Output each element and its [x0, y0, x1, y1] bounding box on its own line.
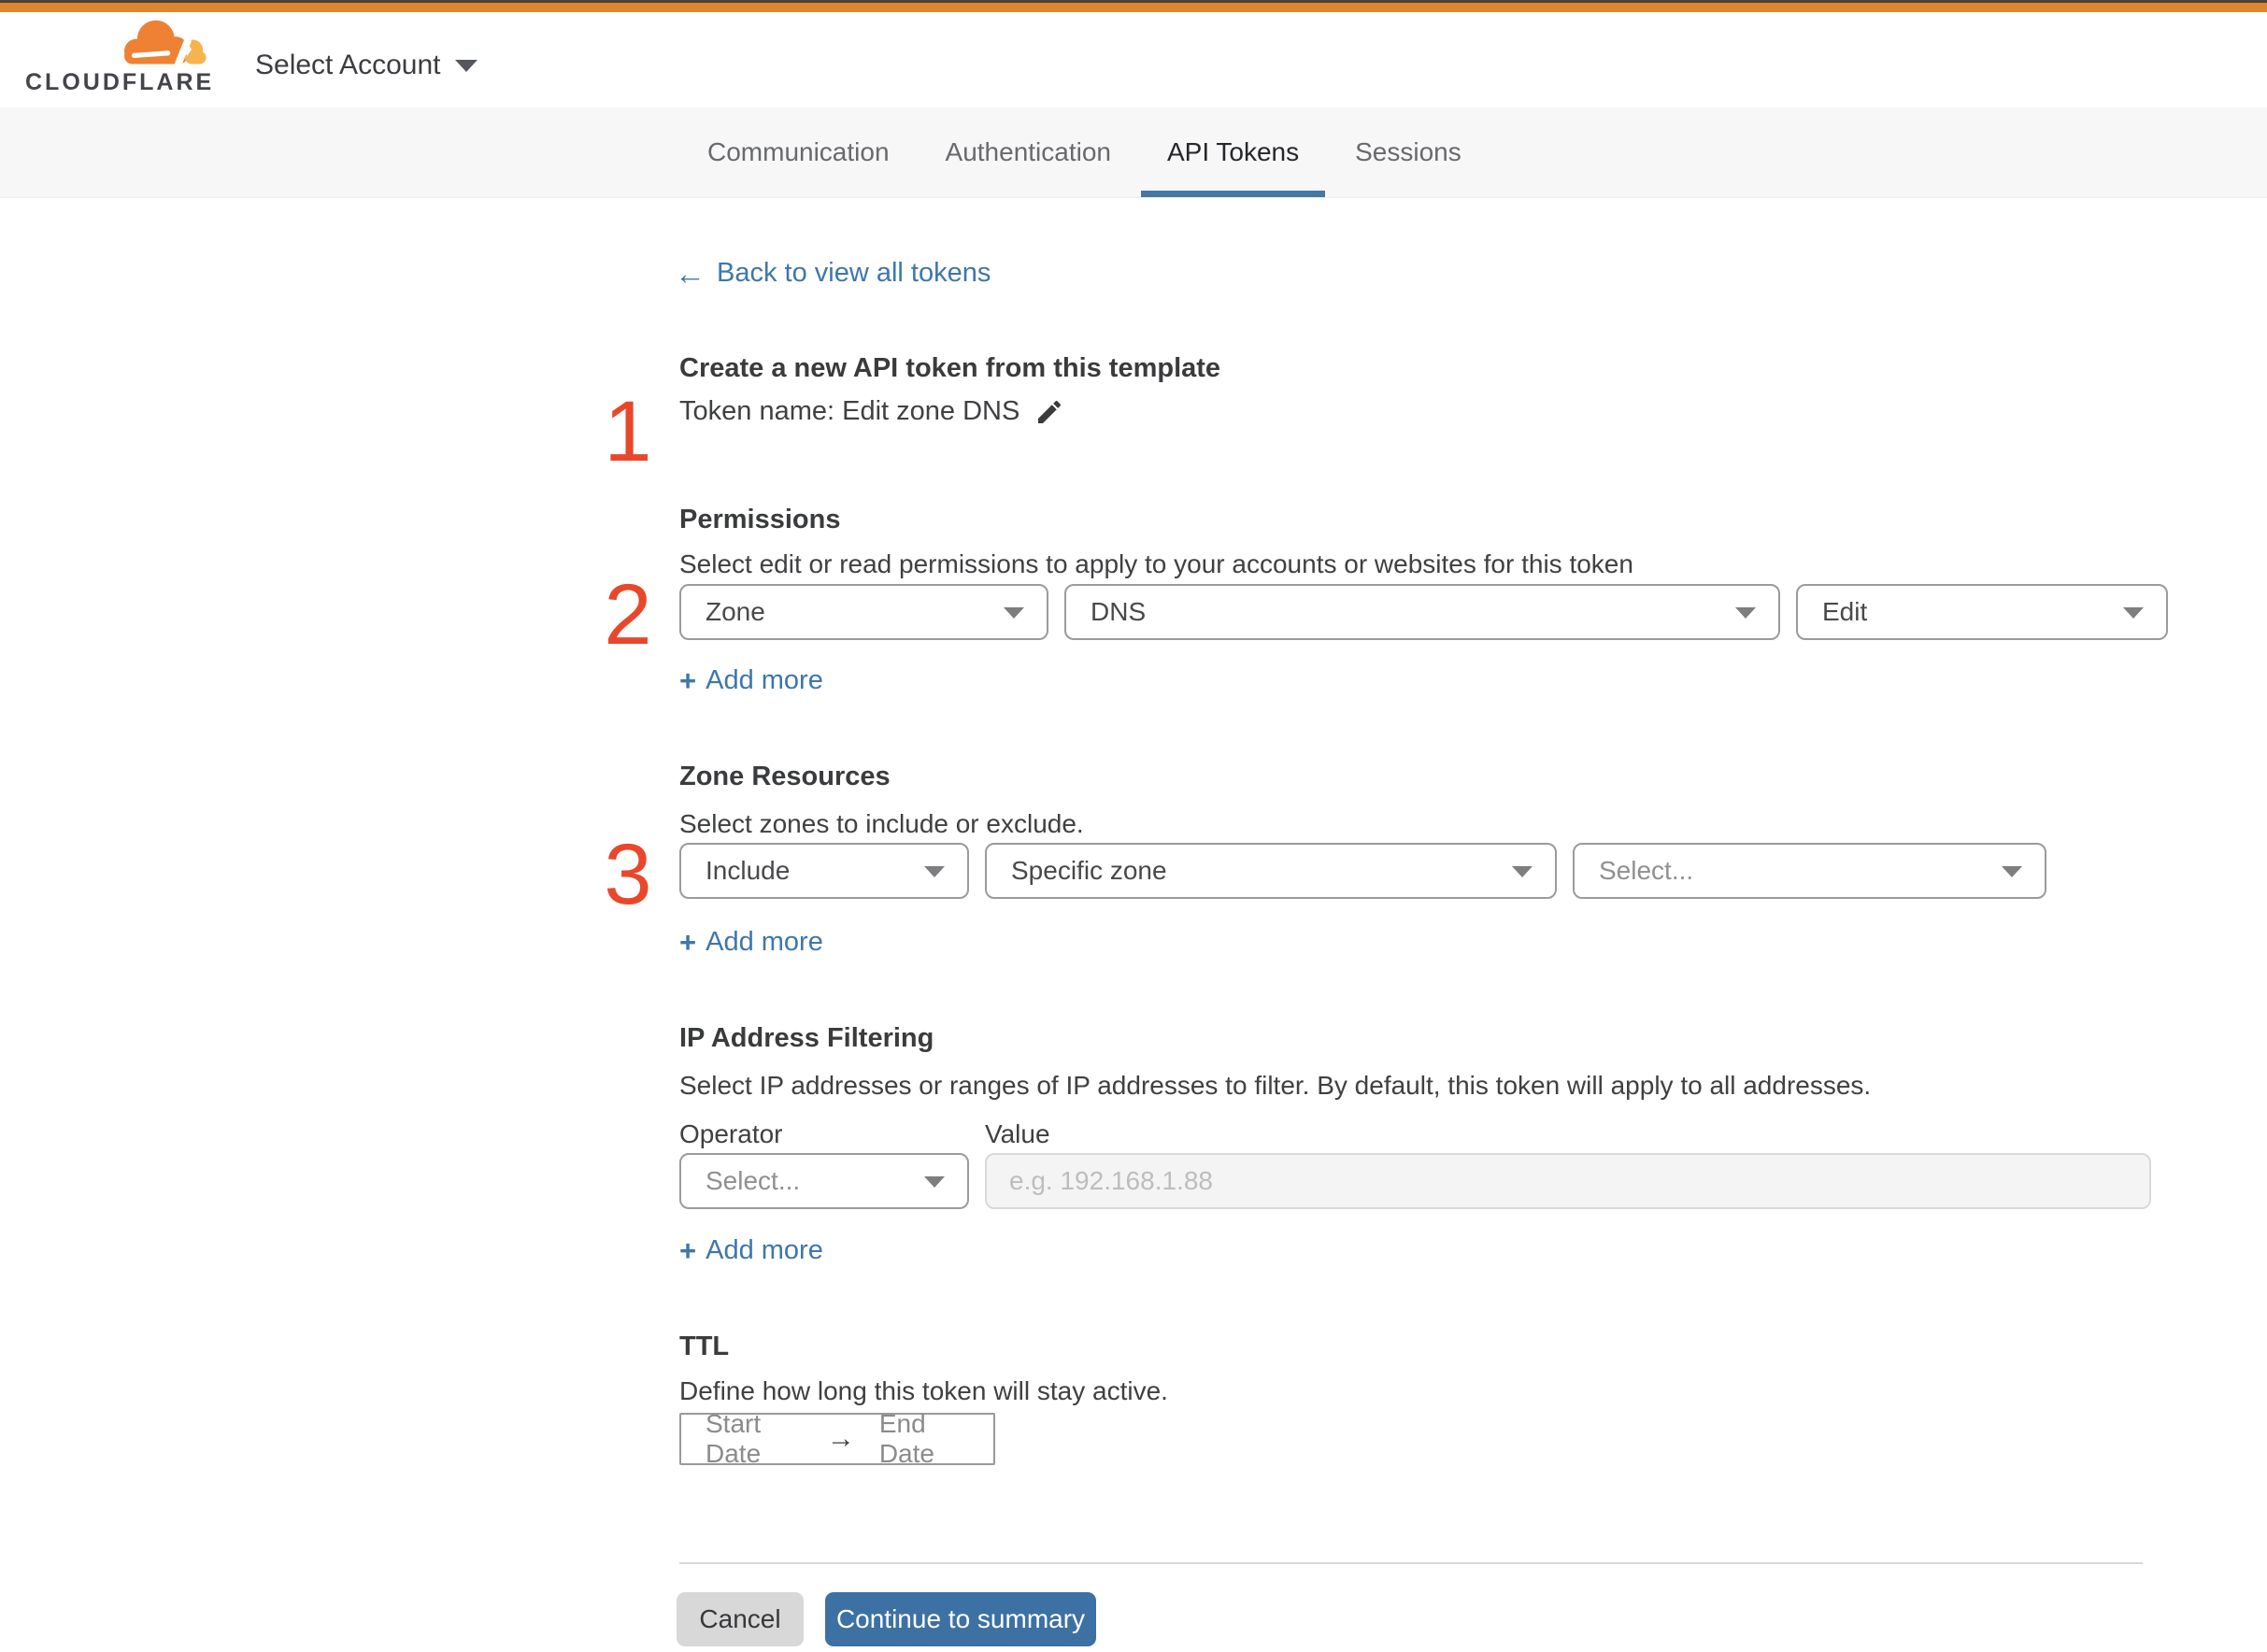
account-selector[interactable]: Select Account: [255, 44, 478, 87]
edit-pencil-icon[interactable]: [1034, 397, 1064, 427]
brand-orange-bar: [0, 3, 2267, 12]
plus-icon: +: [679, 926, 697, 959]
back-link-label: Back to view all tokens: [717, 258, 991, 288]
step-marker-2: 2: [604, 567, 652, 662]
account-selector-label: Select Account: [255, 50, 441, 80]
tab-communication[interactable]: Communication: [706, 107, 891, 197]
zone-resources-description: Select zones to include or exclude.: [679, 809, 1084, 838]
operator-label: Operator: [679, 1119, 783, 1148]
chevron-down-icon: [1004, 607, 1024, 619]
ip-filtering-description: Select IP addresses or ranges of IP addr…: [679, 1071, 1872, 1100]
plus-icon: +: [679, 1234, 697, 1267]
permission-scope-dropdown[interactable]: Zone: [679, 584, 1048, 640]
chevron-down-icon: [924, 1176, 945, 1188]
ip-value-input[interactable]: [985, 1153, 2151, 1209]
token-name-text: Token name: Edit zone DNS: [679, 396, 1020, 426]
permission-access-dropdown[interactable]: Edit: [1796, 584, 2168, 640]
start-date-placeholder: Start Date: [706, 1409, 762, 1468]
chevron-down-icon: [1735, 607, 1756, 619]
tab-api-tokens[interactable]: API Tokens: [1140, 107, 1326, 197]
cloudflare-logo: CLOUDFLARE: [25, 17, 221, 96]
token-name-row: Token name: Edit zone DNS: [679, 396, 1064, 427]
tab-bar: Communication Authentication API Tokens …: [0, 107, 2267, 198]
continue-to-summary-button[interactable]: Continue to summary: [825, 1592, 1096, 1646]
chevron-down-icon: [924, 866, 945, 877]
chevron-down-icon: [2002, 866, 2022, 877]
value-label: Value: [985, 1119, 1050, 1148]
permission-category-dropdown[interactable]: DNS: [1064, 584, 1780, 640]
tab-sessions[interactable]: Sessions: [1353, 107, 1463, 197]
footer-divider: [679, 1562, 2143, 1564]
app-header: CLOUDFLARE Select Account: [0, 12, 2267, 107]
zone-resources-heading: Zone Resources: [679, 762, 891, 791]
zone-select-dropdown[interactable]: Select...: [1573, 843, 2046, 899]
chevron-down-icon: [455, 59, 478, 72]
create-token-heading: Create a new API token from this templat…: [679, 353, 1221, 383]
end-date-placeholder: End Date: [878, 1409, 934, 1468]
ttl-heading: TTL: [679, 1332, 730, 1361]
ip-filtering-add-more-link[interactable]: + Add more: [679, 1235, 823, 1266]
step-marker-3: 3: [604, 827, 652, 922]
permissions-add-more-link[interactable]: + Add more: [679, 665, 823, 696]
chevron-down-icon: [1512, 866, 1533, 877]
permissions-description: Select edit or read permissions to apply…: [679, 549, 1633, 578]
right-arrow-icon: →: [826, 1423, 855, 1454]
tabs: Communication Authentication API Tokens …: [706, 107, 1463, 197]
tab-authentication[interactable]: Authentication: [944, 107, 1113, 197]
zone-resources-add-more-link[interactable]: + Add more: [679, 927, 823, 958]
chevron-down-icon: [2123, 607, 2144, 619]
ttl-date-range-picker[interactable]: Start Date → End Date: [679, 1409, 995, 1468]
cloudflare-cloud-icon: [124, 20, 207, 69]
step-marker-1: 1: [604, 384, 652, 479]
cancel-button[interactable]: Cancel: [677, 1592, 804, 1646]
zone-mode-dropdown[interactable]: Include: [679, 843, 969, 899]
plus-icon: +: [679, 664, 697, 697]
ip-filtering-heading: IP Address Filtering: [679, 1023, 934, 1053]
cloudflare-wordmark: CLOUDFLARE: [25, 69, 215, 95]
back-to-tokens-link[interactable]: ← Back to view all tokens: [675, 258, 991, 289]
back-arrow-icon: ←: [675, 256, 706, 291]
permissions-heading: Permissions: [679, 505, 841, 534]
ttl-description: Define how long this token will stay act…: [679, 1376, 1168, 1405]
zone-type-dropdown[interactable]: Specific zone: [985, 843, 1557, 899]
ip-operator-dropdown[interactable]: Select...: [679, 1153, 969, 1209]
